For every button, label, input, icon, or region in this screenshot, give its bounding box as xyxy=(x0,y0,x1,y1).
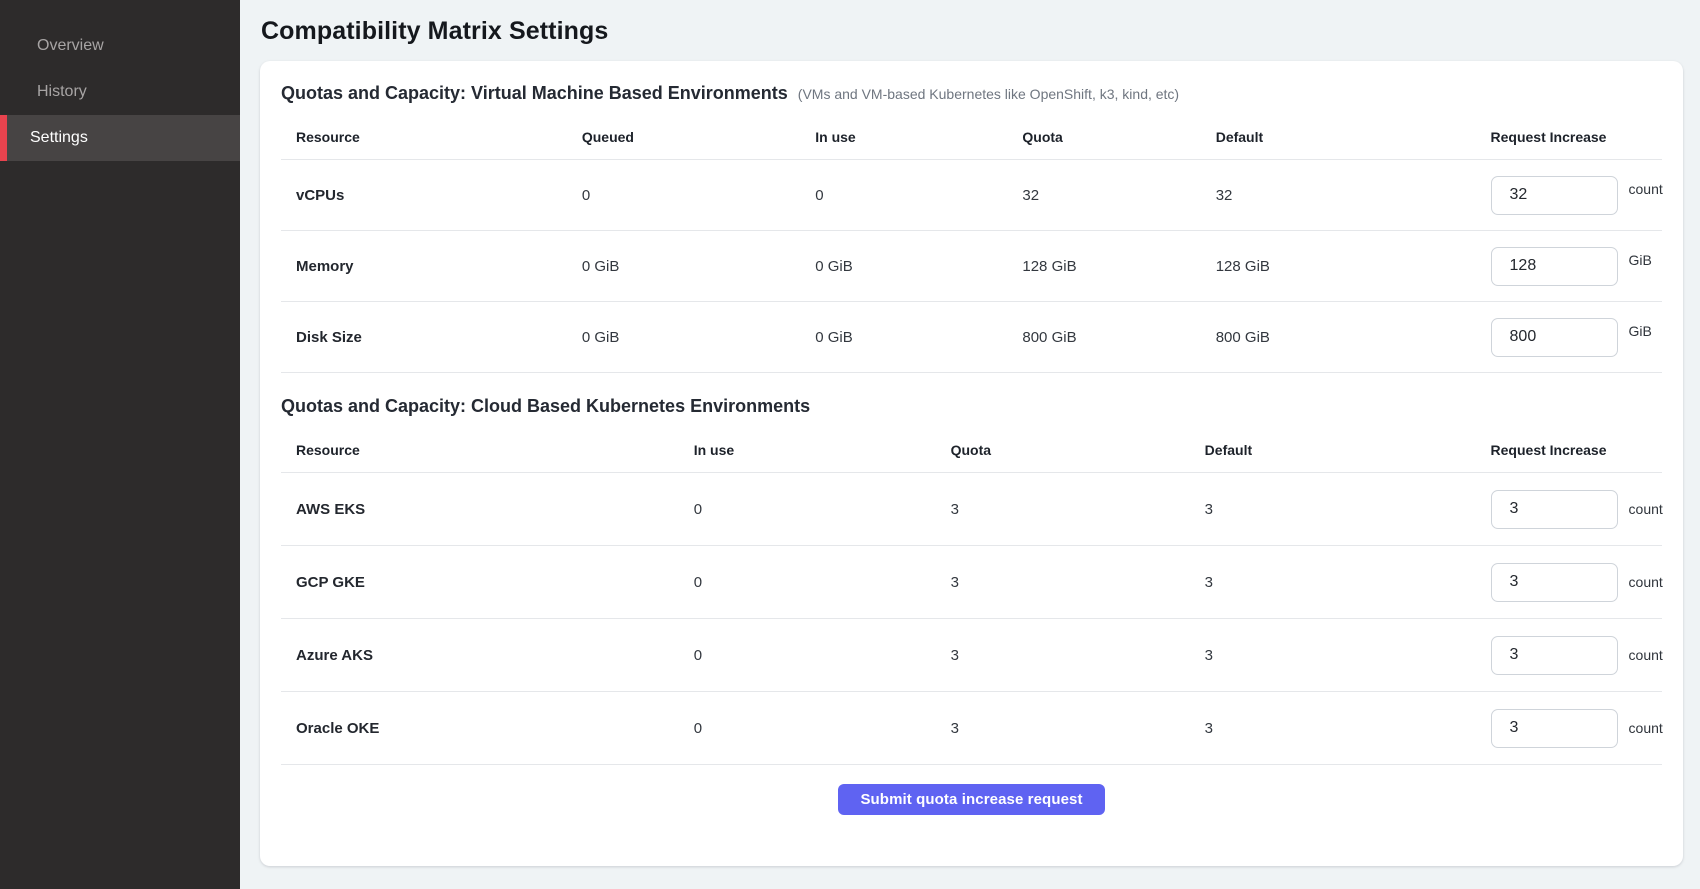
unit-label: GiB xyxy=(1629,252,1652,268)
default-value: 3 xyxy=(1190,720,1476,737)
resource-label: Azure AKS xyxy=(281,647,679,664)
table-header-row: Resource In use Quota Default Request In… xyxy=(281,427,1662,473)
table-row-vcpus: vCPUs 0 0 32 32 count xyxy=(281,160,1662,231)
settings-card: Quotas and Capacity: Virtual Machine Bas… xyxy=(260,61,1683,866)
vm-quota-table: Resource Queued In use Quota Default Req… xyxy=(281,114,1662,373)
in-use-value: 0 xyxy=(679,501,936,518)
column-header-request-increase: Request Increase xyxy=(1476,129,1662,145)
quota-value: 800 GiB xyxy=(1007,329,1200,346)
sidebar: Overview History Settings xyxy=(0,0,240,889)
resource-label: AWS EKS xyxy=(281,501,679,518)
in-use-value: 0 xyxy=(800,187,1007,204)
default-value: 32 xyxy=(1201,187,1476,204)
unit-label: count xyxy=(1629,181,1663,197)
column-header-request-increase: Request Increase xyxy=(1476,442,1662,458)
table-row-disk-size: Disk Size 0 GiB 0 GiB 800 GiB 800 GiB Gi… xyxy=(281,302,1662,373)
unit-label: count xyxy=(1629,501,1663,517)
quota-value: 3 xyxy=(936,720,1190,737)
resource-label: Disk Size xyxy=(281,329,567,346)
submit-quota-increase-button[interactable]: Submit quota increase request xyxy=(838,784,1104,815)
quota-value: 3 xyxy=(936,574,1190,591)
page-title: Compatibility Matrix Settings xyxy=(261,17,1683,46)
table-row-azure-aks: Azure AKS 0 3 3 count xyxy=(281,619,1662,692)
queued-value: 0 GiB xyxy=(567,329,800,346)
default-value: 128 GiB xyxy=(1201,258,1476,275)
unit-label: count xyxy=(1629,574,1663,590)
in-use-value: 0 xyxy=(679,647,936,664)
in-use-value: 0 xyxy=(679,720,936,737)
submit-row: Submit quota increase request xyxy=(281,765,1662,842)
quota-value: 128 GiB xyxy=(1007,258,1200,275)
sidebar-item-settings[interactable]: Settings xyxy=(0,115,240,161)
sidebar-item-label: Overview xyxy=(37,37,104,55)
resource-label: Oracle OKE xyxy=(281,720,679,737)
default-value: 3 xyxy=(1190,501,1476,518)
unit-label: GiB xyxy=(1629,323,1652,339)
request-increase-input-gcp-gke[interactable] xyxy=(1491,563,1618,602)
default-value: 3 xyxy=(1190,574,1476,591)
default-value: 800 GiB xyxy=(1201,329,1476,346)
table-row-gcp-gke: GCP GKE 0 3 3 count xyxy=(281,546,1662,619)
main-content: Compatibility Matrix Settings Quotas and… xyxy=(240,0,1700,889)
table-row-memory: Memory 0 GiB 0 GiB 128 GiB 128 GiB GiB xyxy=(281,231,1662,302)
request-increase-input-oracle-oke[interactable] xyxy=(1491,709,1618,748)
in-use-value: 0 GiB xyxy=(800,258,1007,275)
in-use-value: 0 GiB xyxy=(800,329,1007,346)
default-value: 3 xyxy=(1190,647,1476,664)
table-row-oracle-oke: Oracle OKE 0 3 3 count xyxy=(281,692,1662,765)
column-header-queued: Queued xyxy=(567,129,800,145)
column-header-in-use: In use xyxy=(679,442,936,458)
vm-section-title: Quotas and Capacity: Virtual Machine Bas… xyxy=(281,83,788,104)
k8s-quota-table: Resource In use Quota Default Request In… xyxy=(281,427,1662,765)
table-row-aws-eks: AWS EKS 0 3 3 count xyxy=(281,473,1662,546)
request-increase-input-memory[interactable] xyxy=(1491,247,1618,286)
column-header-quota: Quota xyxy=(1007,129,1200,145)
column-header-default: Default xyxy=(1190,442,1476,458)
vm-section-header: Quotas and Capacity: Virtual Machine Bas… xyxy=(281,83,1662,104)
request-increase-input-vcpus[interactable] xyxy=(1491,176,1618,215)
request-increase-input-disk-size[interactable] xyxy=(1491,318,1618,357)
column-header-resource: Resource xyxy=(281,129,567,145)
unit-label: count xyxy=(1629,720,1663,736)
queued-value: 0 xyxy=(567,187,800,204)
quota-value: 32 xyxy=(1007,187,1200,204)
sidebar-item-label: Settings xyxy=(30,129,88,147)
column-header-default: Default xyxy=(1201,129,1476,145)
table-header-row: Resource Queued In use Quota Default Req… xyxy=(281,114,1662,160)
quota-value: 3 xyxy=(936,647,1190,664)
k8s-section-header: Quotas and Capacity: Cloud Based Kuberne… xyxy=(281,396,1662,417)
vm-section-note: (VMs and VM-based Kubernetes like OpenSh… xyxy=(798,86,1179,102)
quota-value: 3 xyxy=(936,501,1190,518)
sidebar-item-history[interactable]: History xyxy=(0,69,240,115)
in-use-value: 0 xyxy=(679,574,936,591)
unit-label: count xyxy=(1629,647,1663,663)
request-increase-input-azure-aks[interactable] xyxy=(1491,636,1618,675)
sidebar-item-label: History xyxy=(37,83,87,101)
request-increase-input-aws-eks[interactable] xyxy=(1491,490,1618,529)
k8s-section-title: Quotas and Capacity: Cloud Based Kuberne… xyxy=(281,396,810,417)
resource-label: Memory xyxy=(281,258,567,275)
sidebar-item-overview[interactable]: Overview xyxy=(0,23,240,69)
column-header-quota: Quota xyxy=(936,442,1190,458)
queued-value: 0 GiB xyxy=(567,258,800,275)
column-header-resource: Resource xyxy=(281,442,679,458)
resource-label: vCPUs xyxy=(281,187,567,204)
resource-label: GCP GKE xyxy=(281,574,679,591)
column-header-in-use: In use xyxy=(800,129,1007,145)
